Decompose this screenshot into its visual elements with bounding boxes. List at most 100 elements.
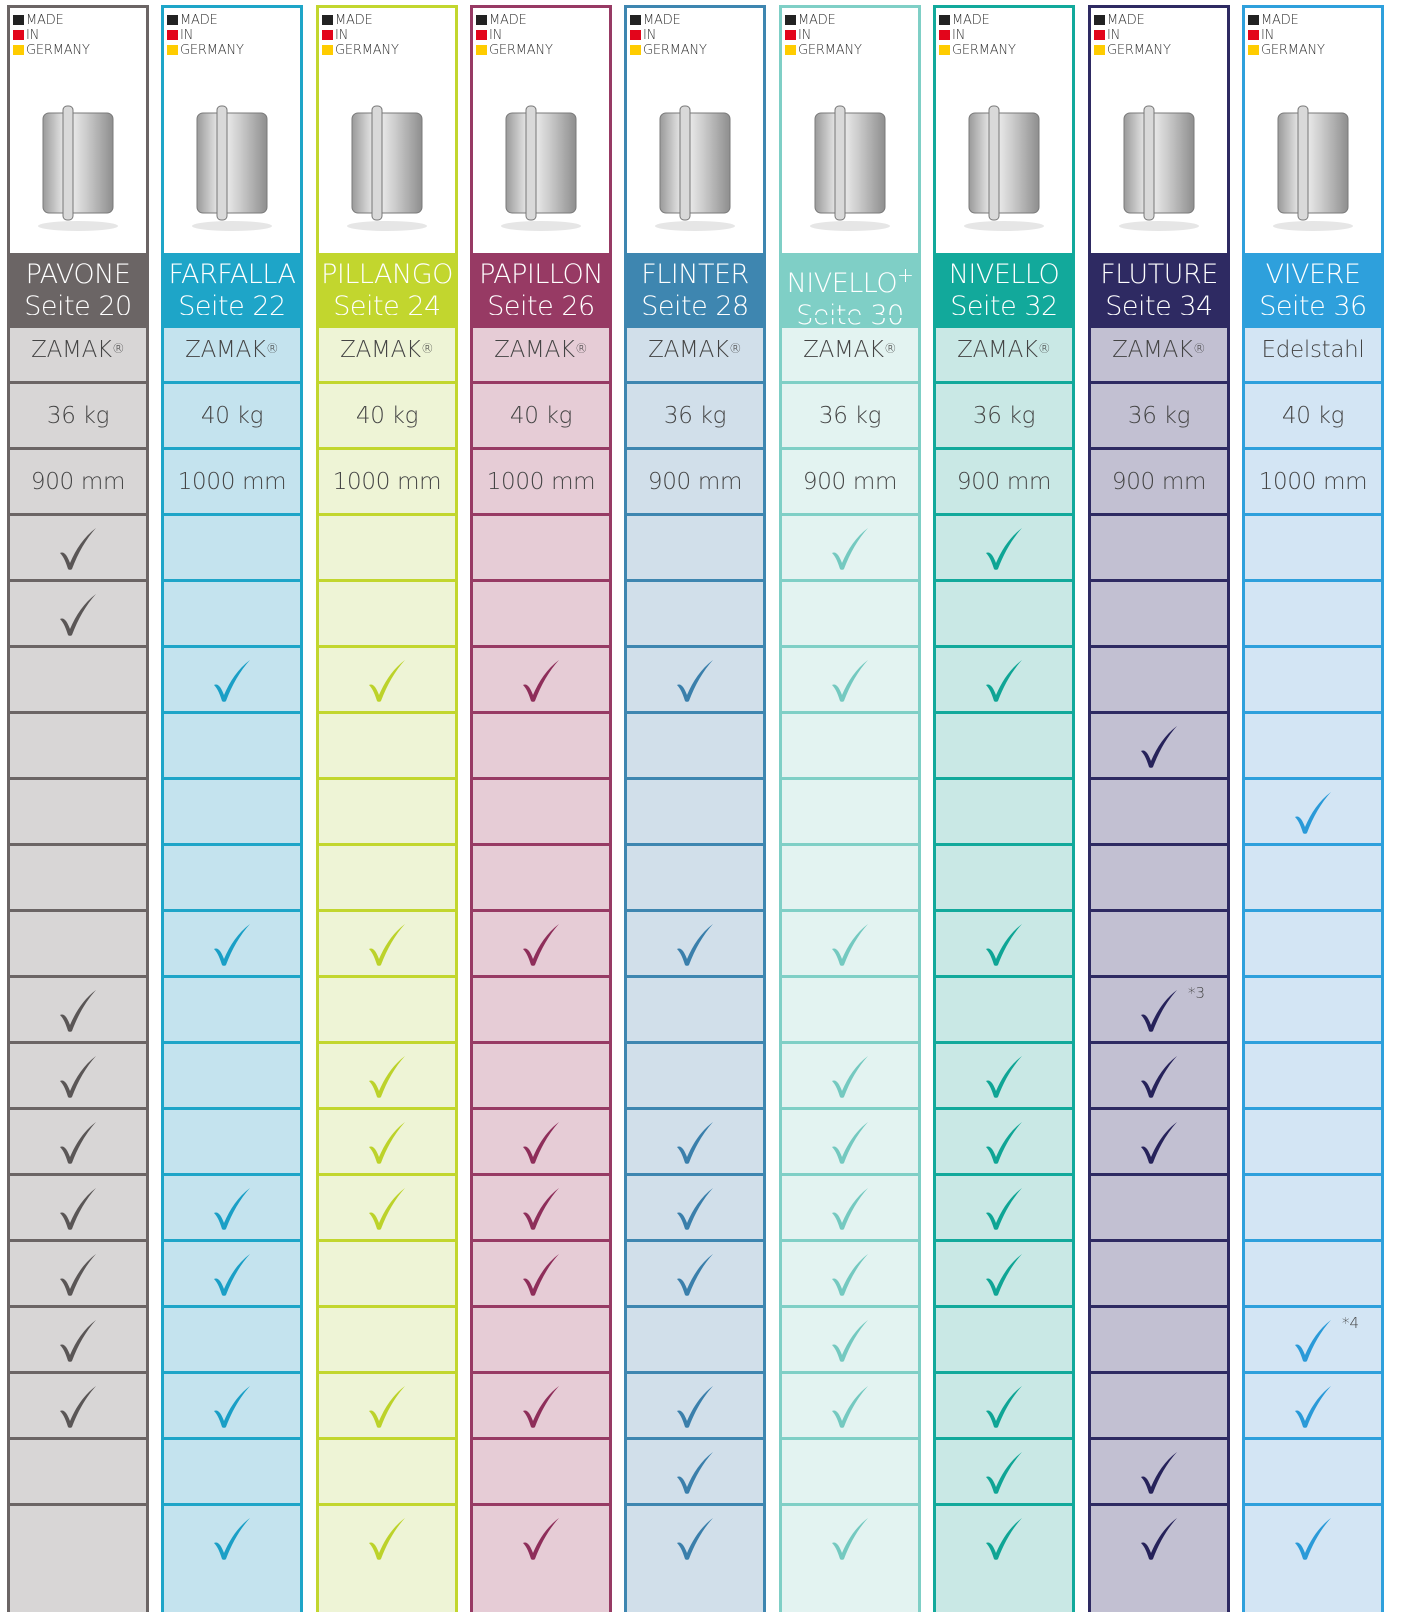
badge-text: GERMANY <box>489 43 553 58</box>
feature-cell <box>10 711 146 777</box>
feature-cell <box>1245 1239 1381 1305</box>
checkmark-icon <box>523 1385 559 1428</box>
max-load-value: 36 kg <box>818 402 882 429</box>
feature-cell <box>627 1371 763 1437</box>
feature-cell <box>164 975 300 1041</box>
flag-stripe <box>167 45 178 55</box>
feature-cell <box>936 513 1072 579</box>
feature-cell <box>473 1503 609 1569</box>
feature-cell <box>473 513 609 579</box>
feature-cell <box>10 909 146 975</box>
product-name-text: FLUTURE <box>1100 259 1218 290</box>
feature-cell <box>1091 777 1227 843</box>
table-cell: ZAMAK ® <box>627 315 763 381</box>
checkmark-icon <box>523 1187 559 1230</box>
feature-cell <box>936 711 1072 777</box>
flag-stripe <box>939 15 950 25</box>
feature-cell <box>10 1173 146 1239</box>
feature-cell <box>10 975 146 1041</box>
checkmark-icon <box>677 659 713 702</box>
flag-stripe <box>167 30 178 40</box>
checkmark-icon <box>986 1187 1022 1230</box>
checkmark-icon <box>60 1187 96 1230</box>
product-column-vivere: MADE IN GERMANY VIVERE Seite 36 Edelstahl 40 k… <box>1242 5 1384 1612</box>
checkmark-icon <box>677 923 713 966</box>
feature-cell <box>1091 1305 1227 1371</box>
max-width-value: 1000 mm <box>1258 468 1368 495</box>
checkmark-icon <box>832 1517 868 1560</box>
checkmark-icon <box>369 1121 405 1164</box>
checkmark-icon <box>1141 725 1177 768</box>
table-cell: ZAMAK ® <box>1091 315 1227 381</box>
max-load-value: 36 kg <box>663 402 727 429</box>
checkmark-icon <box>60 1055 96 1098</box>
feature-cell <box>782 711 918 777</box>
feature-cell <box>1245 975 1381 1041</box>
feature-cell <box>627 843 763 909</box>
feature-cell <box>782 1437 918 1503</box>
checkmark-icon <box>677 1187 713 1230</box>
feature-cell <box>473 1305 609 1371</box>
feature-cell <box>473 909 609 975</box>
product-image <box>10 73 146 253</box>
badge-text: GERMANY <box>1261 43 1325 58</box>
feature-cell <box>10 1503 146 1569</box>
badge-text: IN <box>335 28 349 43</box>
badge-text: GERMANY <box>1107 43 1171 58</box>
checkmark-icon <box>832 659 868 702</box>
max-width-value: 1000 mm <box>486 468 596 495</box>
product-column-pavone: MADE IN GERMANY PAVONE Seite 20 ZAMAK ® 36 kg 90… <box>7 5 149 1612</box>
feature-cell <box>473 777 609 843</box>
feature-cell <box>782 1305 918 1371</box>
feature-cell <box>10 1107 146 1173</box>
feature-cell <box>473 1371 609 1437</box>
product-name-text: NIVELLO <box>786 268 898 299</box>
registered-mark: ® <box>1192 342 1206 357</box>
max-width-value: 1000 mm <box>177 468 287 495</box>
checkmark-icon <box>986 527 1022 570</box>
feature-cell <box>164 1371 300 1437</box>
badge-text: IN <box>952 28 966 43</box>
checkmark-icon <box>523 923 559 966</box>
hinge-icon <box>964 105 1044 231</box>
badge-text: MADE <box>26 13 64 28</box>
feature-cell <box>782 579 918 645</box>
checkmark-icon <box>832 1187 868 1230</box>
max-width-value: 1000 mm <box>332 468 442 495</box>
feature-cell: *4 <box>1245 1305 1381 1371</box>
product-name-text: PILLANGO <box>321 259 453 290</box>
feature-cell <box>1091 645 1227 711</box>
flag-stripe <box>1094 30 1105 40</box>
feature-cell <box>319 1503 455 1569</box>
feature-cell <box>1245 1173 1381 1239</box>
product-image <box>627 73 763 253</box>
feature-cell <box>936 579 1072 645</box>
feature-cell <box>1245 1503 1381 1569</box>
feature-cell <box>627 1437 763 1503</box>
feature-cell <box>627 909 763 975</box>
flag-stripe <box>13 45 24 55</box>
badge-text: MADE <box>180 13 218 28</box>
product-image <box>936 73 1072 253</box>
product-image <box>473 73 609 253</box>
badge-text: GERMANY <box>798 43 862 58</box>
feature-cell <box>10 843 146 909</box>
made-in-germany-badge: MADE IN GERMANY <box>1094 13 1224 63</box>
feature-cell <box>936 843 1072 909</box>
flag-stripe <box>785 30 796 40</box>
hinge-icon <box>655 105 735 231</box>
checkmark-icon <box>1141 1121 1177 1164</box>
checkmark-icon <box>60 1121 96 1164</box>
feature-cell <box>164 711 300 777</box>
flag-stripe <box>630 15 641 25</box>
feature-cell <box>10 579 146 645</box>
feature-cell <box>627 1041 763 1107</box>
feature-cell <box>10 1305 146 1371</box>
feature-cell <box>319 777 455 843</box>
feature-cell <box>473 645 609 711</box>
flag-stripe <box>785 15 796 25</box>
product-name: FARFALLA <box>164 253 300 291</box>
table-cell: ZAMAK ® <box>164 315 300 381</box>
checkmark-icon <box>832 1055 868 1098</box>
product-name: NIVELLO <box>936 253 1072 291</box>
